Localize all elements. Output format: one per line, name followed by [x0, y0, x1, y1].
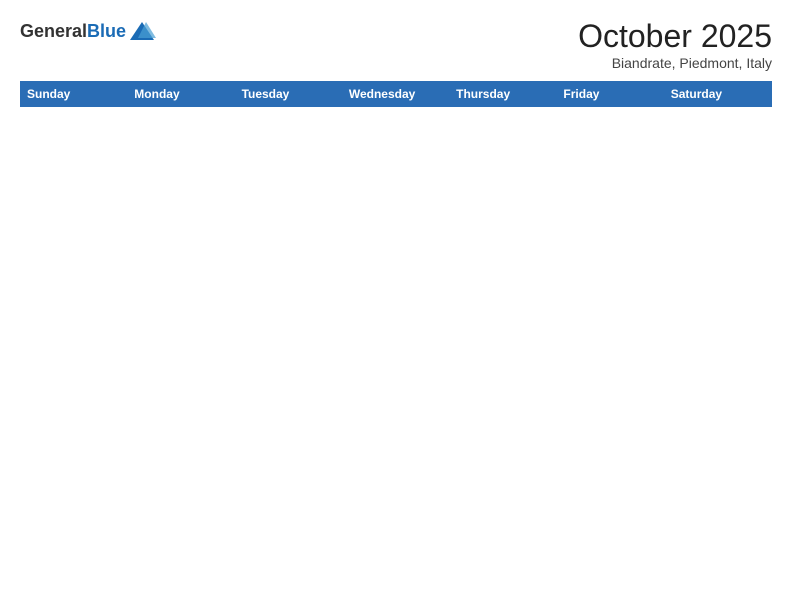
calendar: Sunday Monday Tuesday Wednesday Thursday…: [20, 81, 772, 107]
header-friday: Friday: [557, 82, 664, 107]
logo-icon: [128, 18, 156, 46]
logo: GeneralBlue: [20, 18, 156, 46]
month-title: October 2025: [578, 18, 772, 55]
calendar-header-row: Sunday Monday Tuesday Wednesday Thursday…: [21, 82, 772, 107]
logo-general-text: General: [20, 21, 87, 41]
header-saturday: Saturday: [664, 82, 771, 107]
page: GeneralBlue October 2025 Biandrate, Pied…: [0, 0, 792, 612]
header: GeneralBlue October 2025 Biandrate, Pied…: [20, 18, 772, 71]
header-wednesday: Wednesday: [342, 82, 449, 107]
header-thursday: Thursday: [450, 82, 557, 107]
header-sunday: Sunday: [21, 82, 128, 107]
title-area: October 2025 Biandrate, Piedmont, Italy: [578, 18, 772, 71]
header-tuesday: Tuesday: [235, 82, 342, 107]
logo-blue-text: Blue: [87, 21, 126, 41]
header-monday: Monday: [128, 82, 235, 107]
location: Biandrate, Piedmont, Italy: [578, 55, 772, 71]
